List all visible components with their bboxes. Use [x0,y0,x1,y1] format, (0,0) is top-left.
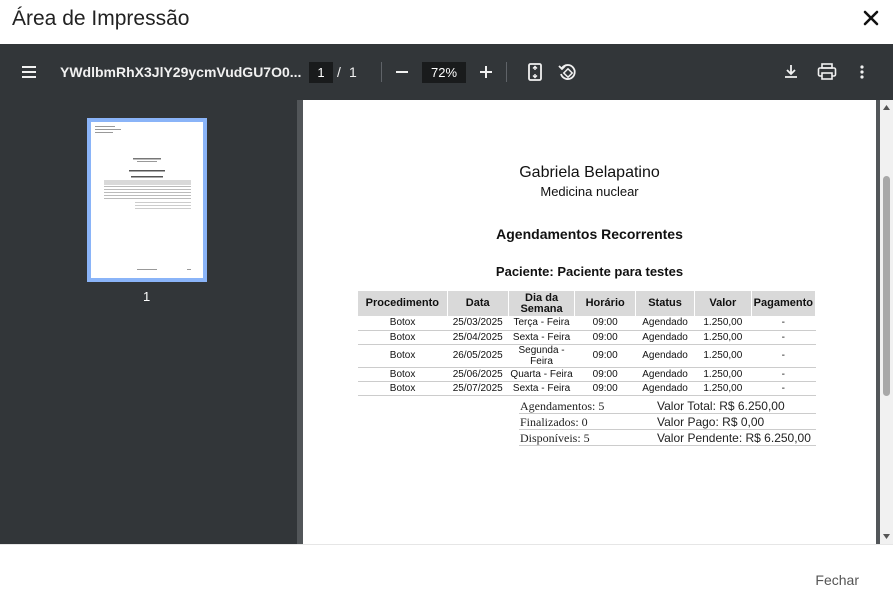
table-cell: - [751,381,816,396]
table-cell: Segunda - Feira [508,344,575,368]
table-cell: 09:00 [574,381,636,396]
table-cell: 1.250,00 [694,316,752,331]
modal-footer: Fechar [0,544,893,613]
table-cell: Botox [358,330,448,345]
close-icon[interactable] [859,6,883,30]
column-header: Pagamento [751,291,817,316]
table-cell: 1.250,00 [694,344,752,368]
table-cell: 25/03/2025 [447,316,509,331]
table-cell: Sexta - Feira [508,381,575,396]
table-cell: Sexta - Feira [508,330,575,345]
rotate-icon[interactable] [557,62,577,82]
page-total: 1 [349,64,357,80]
fit-page-icon[interactable] [526,62,544,82]
column-header: Data [447,291,509,316]
modal-title: Área de Impressão [12,7,190,30]
page-thumbnail[interactable] [87,118,207,282]
table-cell: Agendado [635,367,695,382]
table-row: Botox 25/04/2025 Sexta - Feira 09:00 Age… [358,330,816,345]
doctor-specialty: Medicina nuclear [540,184,639,199]
table-cell: - [751,367,816,382]
column-header: Valor [694,291,752,316]
table-cell: 09:00 [574,367,636,382]
table-cell: 25/04/2025 [447,330,509,345]
summary-row: Disponíveis: 5 Valor Pendente: R$ 6.250,… [519,430,816,446]
report-title: Agendamentos Recorrentes [496,226,683,242]
table-cell: 25/06/2025 [447,367,509,382]
toolbar-divider [506,62,507,82]
summary-row: Agendamentos: 5 Valor Total: R$ 6.250,00 [519,398,816,414]
table-cell: Botox [358,316,448,331]
column-header: Horário [574,291,637,316]
toolbar-divider [381,62,382,82]
table-cell: 09:00 [574,316,636,331]
plus-icon[interactable] [477,62,495,82]
minus-icon[interactable] [393,62,411,82]
doctor-name: Gabriela Belapatino [519,164,660,181]
summary-available: Disponíveis: 5 [520,431,590,445]
summary-block: Agendamentos: 5 Valor Total: R$ 6.250,00… [519,398,816,446]
modal-header: Área de Impressão [0,0,893,44]
pdf-viewer: YWdlbmRhX3JlY29ycmVudGU7O0... 1 / 1 72% [0,44,893,544]
document-area: Gabriela Belapatino Medicina nuclear Age… [297,100,893,544]
table-cell: 1.250,00 [694,381,752,396]
summary-total-value: Valor Total: R$ 6.250,00 [657,399,785,413]
table-cell: 1.250,00 [694,367,752,382]
pdf-toolbar: YWdlbmRhX3JlY29ycmVudGU7O0... 1 / 1 72% [0,44,893,100]
column-header: Dia da Semana [508,291,576,316]
menu-icon[interactable] [19,62,39,82]
table-cell: Quarta - Feira [508,367,575,382]
table-cell: Botox [358,381,448,396]
summary-pending-value: Valor Pendente: R$ 6.250,00 [657,431,811,445]
table-cell: - [751,316,816,331]
table-cell: Agendado [635,330,695,345]
column-header: Status [635,291,696,316]
table-cell: - [751,344,816,368]
patient-name: Paciente: Paciente para testes [495,264,684,279]
page-separator: / [337,64,341,80]
print-icon[interactable] [816,62,838,82]
summary-finished: Finalizados: 0 [520,415,588,429]
more-vert-icon[interactable] [854,62,870,82]
table-row: Botox 26/05/2025 Segunda - Feira 09:00 A… [358,344,816,368]
table-header-row: Procedimento Data Dia da Semana Horário … [358,291,817,316]
document-title: YWdlbmRhX3JlY29ycmVudGU7O0... [60,64,302,80]
summary-row: Finalizados: 0 Valor Pago: R$ 0,00 [519,414,816,430]
summary-paid-value: Valor Pago: R$ 0,00 [657,415,765,429]
close-button[interactable]: Fechar [815,572,859,588]
table-cell: 09:00 [574,330,636,345]
table-row: Botox 25/06/2025 Quarta - Feira 09:00 Ag… [358,367,816,382]
download-icon[interactable] [781,62,801,82]
table-cell: Agendado [635,316,695,331]
thumbnail-sidebar: 1 [0,100,297,544]
table-cell: Agendado [635,344,695,368]
scrollbar-thumb[interactable] [883,176,890,396]
table-cell: 1.250,00 [694,330,752,345]
table-row: Botox 25/07/2025 Sexta - Feira 09:00 Age… [358,381,816,396]
table-cell: Agendado [635,381,695,396]
table-cell: 09:00 [574,344,636,368]
table-cell: 26/05/2025 [447,344,509,368]
page-number-input[interactable]: 1 [309,62,333,83]
table-cell: Botox [358,344,448,368]
thumbnail-page-number: 1 [143,289,151,304]
table-cell: Botox [358,367,448,382]
table-cell: - [751,330,816,345]
table-row: Botox 25/03/2025 Terça - Feira 09:00 Age… [358,316,816,331]
zoom-input[interactable]: 72% [422,62,466,83]
column-header: Procedimento [358,291,448,316]
table-cell: 25/07/2025 [447,381,509,396]
appointments-table: Procedimento Data Dia da Semana Horário … [358,291,817,396]
pdf-page: Gabriela Belapatino Medicina nuclear Age… [303,100,876,544]
summary-appointments: Agendamentos: 5 [520,399,605,413]
table-cell: Terça - Feira [508,316,575,331]
